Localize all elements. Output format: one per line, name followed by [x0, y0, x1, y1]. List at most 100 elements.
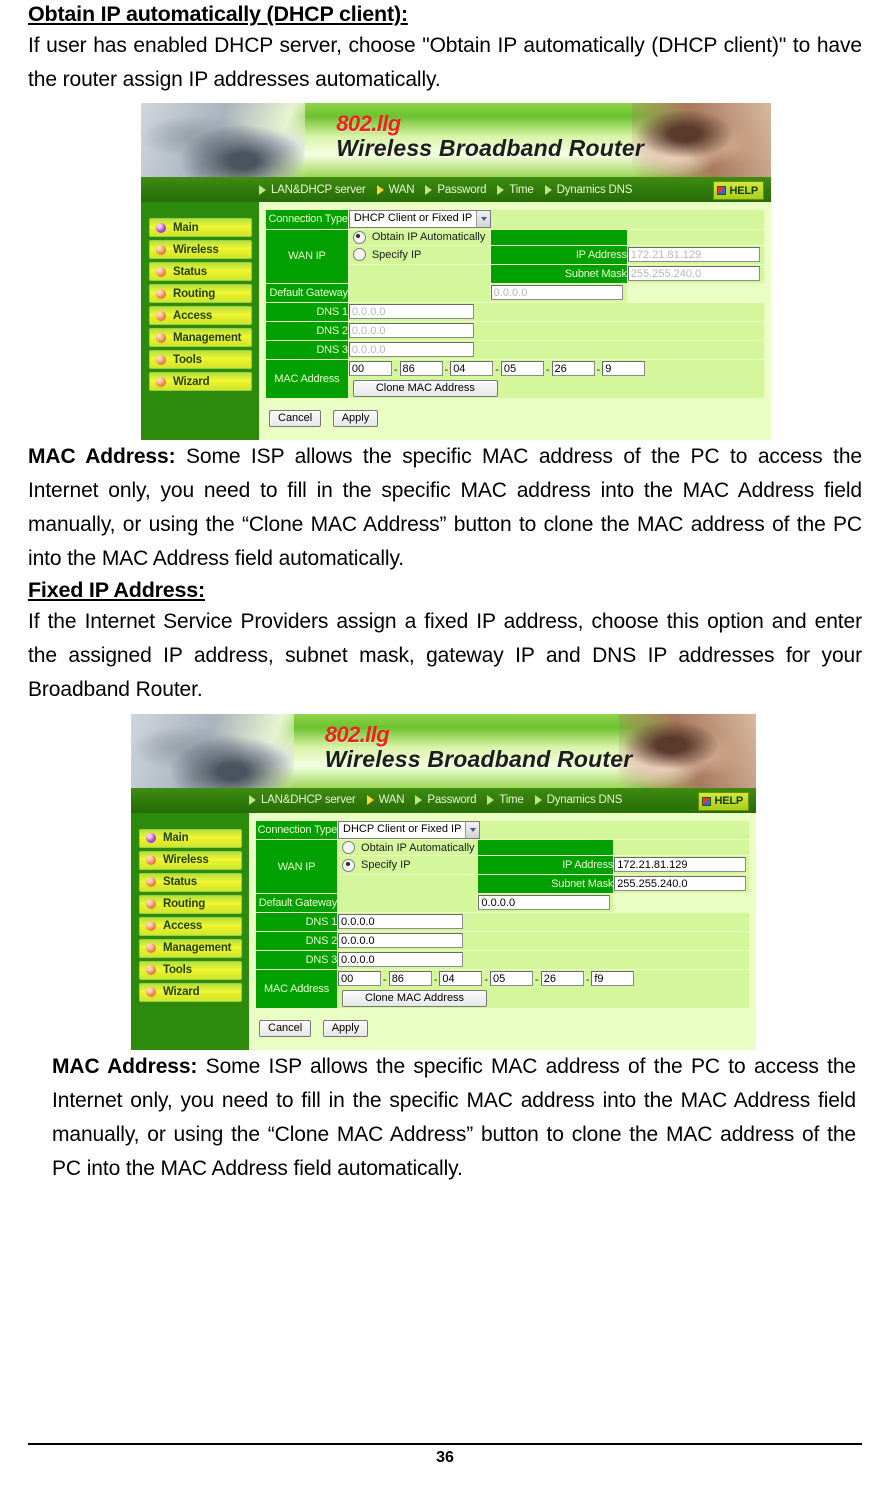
clone-mac-address-button[interactable]: Clone MAC Address	[352, 379, 498, 397]
connection-type-select[interactable]: DHCP Client or Fixed IP	[348, 210, 492, 229]
sidebar-item-wireless[interactable]: Wireless	[149, 240, 252, 260]
nav-item-wan[interactable]: WAN	[366, 794, 405, 806]
mac-octet-5[interactable]: 26	[551, 360, 595, 376]
mac-address-label: MAC Address	[266, 359, 348, 398]
clone-mac-address-button[interactable]: Clone MAC Address	[342, 990, 488, 1008]
specify-ip-option[interactable]: Specify IP	[338, 858, 477, 873]
wan-ip-label: WAN IP	[256, 840, 338, 894]
bullet-icon	[156, 332, 166, 343]
ip-address-input[interactable]: 172.21.81.129	[627, 246, 760, 262]
sidebar-item-status[interactable]: Status	[149, 262, 252, 282]
cancel-button[interactable]: Cancel	[269, 409, 322, 427]
sidebar-item-wireless[interactable]: Wireless	[139, 850, 242, 870]
help-button[interactable]: HELP	[713, 181, 764, 201]
nav-item-dynamics-dns[interactable]: Dynamics DNS	[544, 184, 632, 196]
sidebar-item-access[interactable]: Access	[149, 306, 252, 326]
table-row-wan-ip-obtain: WAN IP Obtain IP Automatically	[256, 840, 749, 894]
mac-octet-4[interactable]: 05	[490, 971, 534, 987]
nav-item-password[interactable]: Password	[415, 794, 476, 806]
dns2-input[interactable]: 0.0.0.0	[348, 322, 474, 338]
mac-address-paragraph-label: MAC Address:	[28, 444, 176, 468]
nav-item-time[interactable]: Time	[497, 184, 534, 196]
mac-octets-row: 00-86-04-05-26- f9	[338, 970, 749, 988]
nav-item-time[interactable]: Time	[487, 794, 524, 806]
arrow-right-icon	[259, 184, 266, 195]
subnet-mask-input[interactable]: 255.255.240.0	[614, 876, 747, 892]
apply-button[interactable]: Apply	[322, 1020, 369, 1038]
connection-type-select[interactable]: DHCP Client or Fixed IP	[338, 820, 481, 839]
dns3-input[interactable]: 0.0.0.0	[348, 341, 474, 357]
mac-octet-2[interactable]: 86	[399, 360, 443, 376]
bullet-icon	[146, 987, 156, 998]
sidebar-item-status[interactable]: Status	[139, 872, 242, 892]
specify-ip-option[interactable]: Specify IP	[349, 247, 490, 262]
mac-octet-3[interactable]: 04	[439, 971, 483, 987]
sidebar-item-wizard[interactable]: Wizard	[149, 372, 252, 392]
connection-type-label: Connection Type	[266, 210, 348, 229]
mac-octet-6[interactable]: 9	[602, 360, 646, 376]
subnet-mask-label: Subnet Mask	[478, 875, 613, 894]
help-icon	[702, 796, 712, 806]
dns1-cell: 0.0.0.0	[348, 302, 764, 321]
bullet-icon	[156, 266, 166, 277]
nav-item-lan-dhcp-server[interactable]: LAN&DHCP server	[259, 184, 366, 196]
nav-item-lan-dhcp-server[interactable]: LAN&DHCP server	[249, 794, 356, 806]
mac-octet-5[interactable]: 26	[540, 971, 584, 987]
nav-item-dynamics-dns[interactable]: Dynamics DNS	[534, 794, 623, 807]
section-paragraph-fixed-ip: If the Internet Service Providers assign…	[28, 609, 862, 701]
ip-address-input[interactable]: 172.21.81.129	[614, 857, 747, 873]
mac-separator: -	[433, 974, 438, 987]
dns1-input[interactable]: 0.0.0.0	[338, 914, 464, 930]
nav-item-wan[interactable]: WAN	[376, 184, 415, 196]
clone-mac-row: Clone MAC Address	[338, 988, 749, 1008]
nav-label: Dynamics DNS	[546, 794, 623, 807]
sidebar-item-wizard[interactable]: Wizard	[139, 982, 242, 1002]
mac-octet-1[interactable]: 00	[338, 971, 382, 987]
dns1-input[interactable]: 0.0.0.0	[348, 303, 474, 319]
router-banner: 802.llg Wireless Broadband Router	[131, 713, 756, 788]
mac-octet-4[interactable]: 05	[500, 360, 544, 376]
arrow-right-icon	[376, 184, 384, 195]
table-row-dns1: DNS 1 0.0.0.0	[266, 302, 764, 321]
ip-address-label: IP Address	[478, 856, 613, 875]
nav-label: Password	[437, 183, 487, 196]
table-row-dns3: DNS 3 0.0.0.0	[256, 951, 749, 970]
mac-separator: -	[545, 363, 550, 376]
apply-button[interactable]: Apply	[332, 409, 379, 427]
dns1-label: DNS 1	[266, 302, 348, 321]
arrow-right-icon	[249, 795, 256, 806]
sidebar-item-main[interactable]: Main	[139, 828, 242, 848]
dns2-input[interactable]: 0.0.0.0	[338, 933, 464, 949]
mac-separator: -	[484, 974, 489, 987]
obtain-auto-label: Obtain IP Automatically	[371, 231, 486, 243]
sidebar-item-routing[interactable]: Routing	[139, 894, 242, 914]
mac-octet-2[interactable]: 86	[388, 971, 432, 987]
default-gateway-input[interactable]: 0.0.0.0	[490, 284, 623, 300]
obtain-auto-cell: Obtain IP Automatically	[338, 840, 478, 856]
help-button[interactable]: HELP	[698, 791, 749, 811]
sidebar-item-routing[interactable]: Routing	[149, 284, 252, 304]
sidebar-item-management[interactable]: Management	[139, 938, 242, 958]
sidebar-item-tools[interactable]: Tools	[139, 960, 242, 980]
connection-type-label: Connection Type	[256, 820, 337, 840]
default-gateway-input[interactable]: 0.0.0.0	[478, 895, 611, 911]
nav-item-password[interactable]: Password	[425, 184, 486, 196]
default-gateway-label: Default Gateway	[266, 283, 348, 302]
obtain-ip-automatically-option[interactable]: Obtain IP Automatically	[338, 840, 477, 855]
cancel-button[interactable]: Cancel	[259, 1020, 312, 1038]
mac-octet-1[interactable]: 00	[348, 360, 392, 376]
sidebar-item-tools[interactable]: Tools	[149, 350, 252, 370]
obtain-ip-automatically-option[interactable]: Obtain IP Automatically	[349, 230, 490, 245]
table-row-connection-type: Connection Type DHCP Client or Fixed IP	[256, 820, 749, 840]
sidebar-item-management[interactable]: Management	[149, 328, 252, 348]
mac-octet-6[interactable]: f9	[591, 971, 635, 987]
dns3-input[interactable]: 0.0.0.0	[338, 952, 464, 968]
sidebar-item-access[interactable]: Access	[139, 916, 242, 936]
arrow-right-icon	[415, 795, 423, 806]
wan-settings-panel: Connection Type DHCP Client or Fixed IP …	[249, 812, 756, 1051]
sidebar-item-main[interactable]: Main	[149, 218, 252, 238]
sidebar-item-label: Routing	[163, 898, 206, 911]
subnet-mask-input[interactable]: 255.255.240.0	[627, 265, 760, 281]
ip-address-cell: 172.21.81.129	[614, 856, 749, 875]
mac-octet-3[interactable]: 04	[450, 360, 494, 376]
